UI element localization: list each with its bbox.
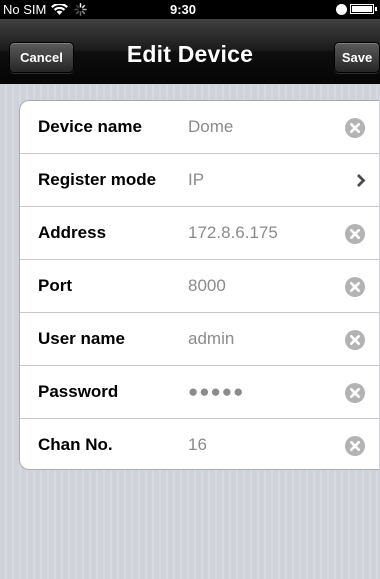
- navigation-bar: Cancel Edit Device Save: [0, 19, 380, 84]
- port-field[interactable]: 8000: [188, 276, 226, 296]
- carrier-label: No SIM: [3, 2, 47, 17]
- page-title: Edit Device: [126, 41, 254, 67]
- register-mode-value: IP: [188, 170, 205, 189]
- field-label: Chan No.: [38, 435, 113, 454]
- clear-icon[interactable]: [345, 436, 365, 456]
- chevron-right-icon: [357, 174, 366, 187]
- field-label: Register mode: [38, 170, 157, 189]
- field-label: Device name: [38, 117, 142, 136]
- field-row-user-name[interactable]: User name admin: [20, 313, 379, 366]
- clear-icon[interactable]: [345, 118, 365, 138]
- battery-icon: [350, 4, 377, 14]
- status-time: 9:30: [170, 2, 197, 17]
- password-field[interactable]: ●●●●●: [188, 382, 244, 402]
- clear-icon[interactable]: [345, 330, 365, 350]
- user-name-field[interactable]: admin: [188, 329, 234, 349]
- clear-icon[interactable]: [345, 383, 365, 403]
- status-bar: No SIM 9:30: [0, 0, 380, 19]
- field-row-address[interactable]: Address 172.8.6.175: [20, 207, 379, 260]
- carrier-group: No SIM: [3, 2, 88, 17]
- field-label: User name: [38, 329, 125, 348]
- clear-icon[interactable]: [345, 277, 365, 297]
- field-row-password[interactable]: Password ●●●●●: [20, 366, 379, 419]
- field-row-register-mode[interactable]: Register mode IP: [20, 154, 379, 207]
- lock-icon: [336, 4, 347, 15]
- field-label: Port: [38, 276, 72, 295]
- save-button[interactable]: Save: [334, 42, 380, 73]
- activity-spinner-icon: [74, 3, 88, 16]
- field-row-chan-no[interactable]: Chan No. 16: [20, 419, 379, 469]
- device-name-field[interactable]: Dome: [188, 117, 233, 137]
- wifi-icon: [51, 3, 69, 15]
- field-row-port[interactable]: Port 8000: [20, 260, 379, 313]
- field-label: Password: [38, 382, 119, 401]
- chan-no-field[interactable]: 16: [188, 435, 207, 455]
- clear-icon[interactable]: [345, 224, 365, 244]
- device-form-table: Device name Dome Register mode IP Addres…: [19, 100, 379, 470]
- field-label: Address: [38, 223, 107, 242]
- address-field[interactable]: 172.8.6.175: [188, 223, 278, 243]
- field-row-device-name[interactable]: Device name Dome: [20, 101, 379, 154]
